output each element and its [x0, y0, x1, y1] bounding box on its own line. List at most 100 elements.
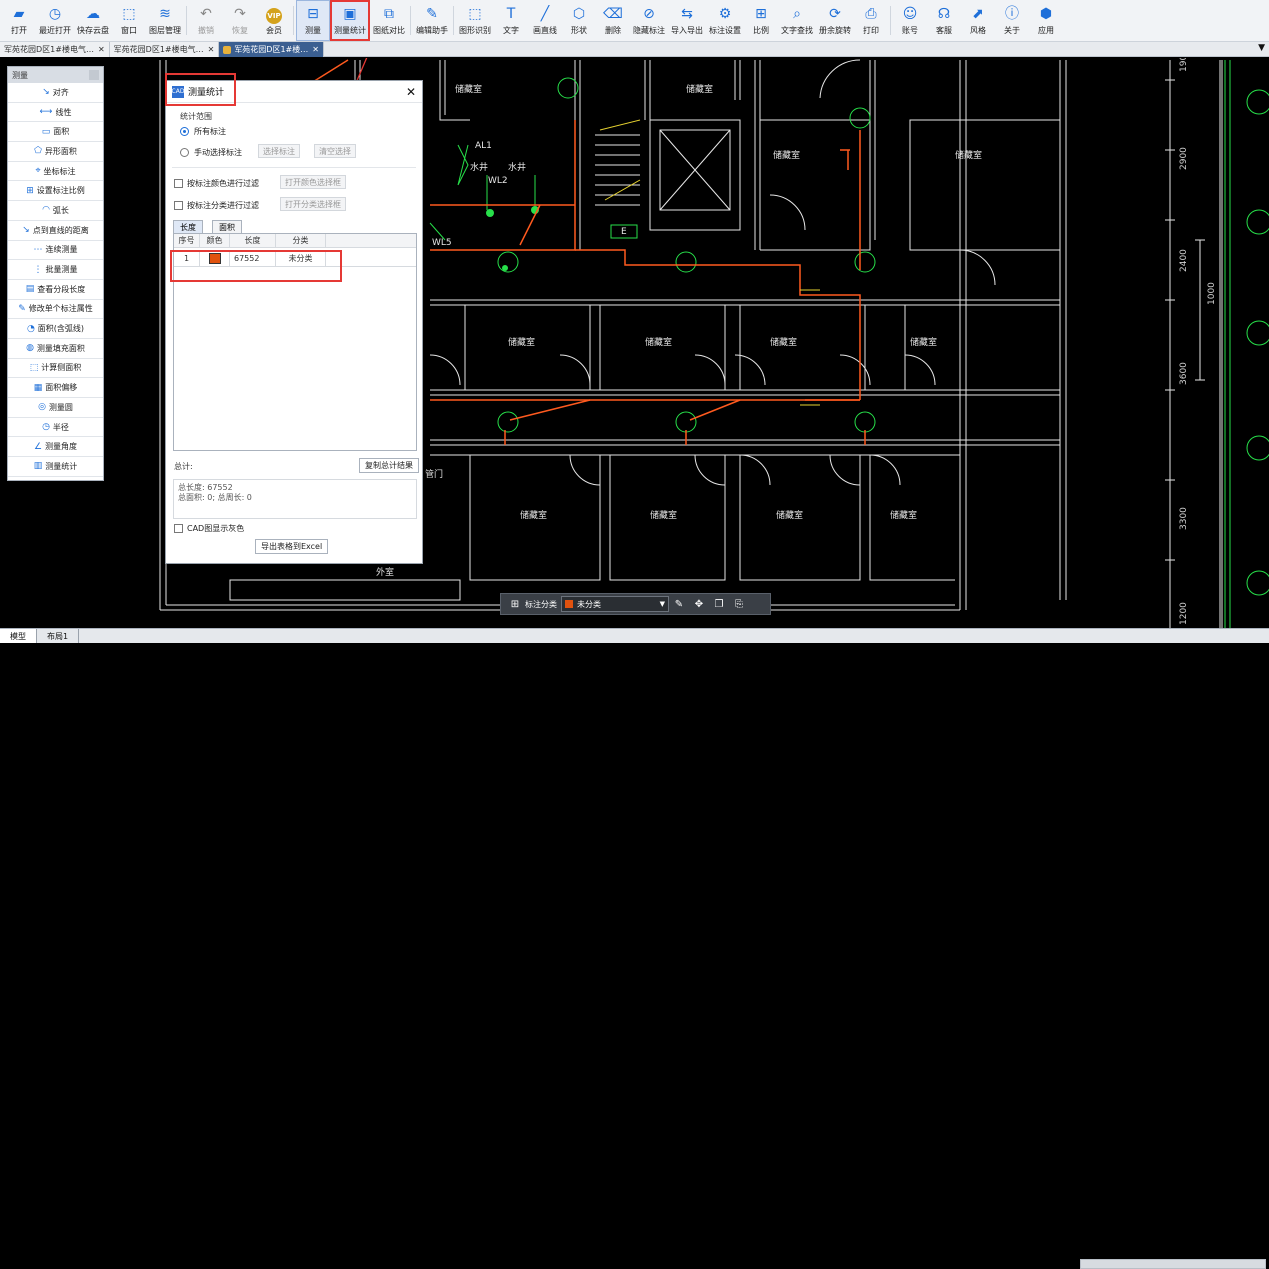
- export-excel-button[interactable]: 导出表格到Excel: [255, 539, 329, 554]
- select-annotation-button[interactable]: 选择标注: [258, 144, 300, 158]
- radio-all-annotations[interactable]: 所有标注: [180, 126, 226, 137]
- measure-tool-icon: ◍: [26, 343, 34, 354]
- toolbar-text-search-button[interactable]: ⌕ 文字查找: [778, 0, 816, 41]
- tab-layout1[interactable]: 布局1: [37, 629, 80, 643]
- toolbar-rotate-button[interactable]: ⟳ 册余旋转: [816, 0, 854, 41]
- measure-tool-item[interactable]: ◔ 面积(含弧线): [8, 319, 103, 339]
- tab-document-1[interactable]: 军苑花园D区1#楼电气… ✕: [0, 42, 110, 57]
- open-color-picker-button[interactable]: 打开颜色选择框: [280, 175, 346, 189]
- toolbar-line-button[interactable]: ╱ 画直线: [528, 0, 562, 41]
- scope-label: 统计范围: [180, 112, 212, 121]
- toolbar-redo-button[interactable]: ↷ 恢复: [223, 0, 257, 41]
- toolbar-shape-button[interactable]: ⬡ 形状: [562, 0, 596, 41]
- measure-tool-item[interactable]: ◍ 测量填充面积: [8, 339, 103, 359]
- toolbar-label: 快存云盘: [77, 25, 109, 35]
- measure-tool-item[interactable]: ◎ 测量圆: [8, 398, 103, 418]
- filter-by-category-checkbox[interactable]: 按标注分类进行过滤: [174, 200, 259, 211]
- stats-table: 序号 颜色 长度 分类 1 67552 未分类: [173, 233, 417, 451]
- measure-tool-item[interactable]: ▭ 面积: [8, 122, 103, 143]
- open-category-picker-button[interactable]: 打开分类选择框: [280, 197, 346, 211]
- grid-icon[interactable]: ⊞: [505, 599, 525, 610]
- table-row[interactable]: 1 67552 未分类: [174, 250, 416, 267]
- cad-label: WL2: [488, 176, 508, 186]
- toolbar-shape-recognize-button[interactable]: ⬚ 图形识别: [456, 0, 494, 41]
- toolbar-label: 打印: [863, 25, 879, 35]
- measure-tool-item[interactable]: ⊞ 设置标注比例: [8, 181, 103, 202]
- measure-tool-item[interactable]: ⬠ 异形面积: [8, 142, 103, 162]
- measure-tool-item[interactable]: ◷ 半径: [8, 418, 103, 438]
- edit-icon[interactable]: ✎: [669, 599, 689, 610]
- measure-tool-item[interactable]: ⬚ 计算侧面积: [8, 359, 103, 379]
- cad-dimension: 1000: [1207, 282, 1217, 305]
- toolbar-clock-button[interactable]: ◷ 最近打开: [36, 0, 74, 41]
- toolbar-app-button[interactable]: ⬢ 应用: [1029, 0, 1063, 41]
- toolbar-style-button[interactable]: ⬈ 风格: [961, 0, 995, 41]
- toolbar-print-button[interactable]: ⎙ 打印: [854, 0, 888, 41]
- measure-tool-item[interactable]: ✎ 修改单个标注属性: [8, 300, 103, 320]
- toolbar-undo-button[interactable]: ↶ 撤销: [189, 0, 223, 41]
- toolbar-annotation-settings-button[interactable]: ⚙ 标注设置: [706, 0, 744, 41]
- measure-tool-item[interactable]: ⋯ 连续测量: [8, 241, 103, 261]
- toolbar-label: 编辑助手: [416, 25, 448, 35]
- main-toolbar: ▰ 打开 ◷ 最近打开 ☁ 快存云盘 ⬚ 窗口 ≋ 图层管理 ↶ 撤销 ↷ 恢复 VIP 会员 ⊟ 测量 ▣ 测量统计…: [0, 0, 1269, 42]
- toolbar-scale-button[interactable]: ⊞ 比例: [744, 0, 778, 41]
- toolbar-layers-button[interactable]: ≋ 图层管理: [146, 0, 184, 41]
- measure-tool-item[interactable]: ⌖ 坐标标注: [8, 162, 103, 182]
- move-icon[interactable]: ✥: [689, 599, 709, 610]
- toolbar-measure-button[interactable]: ⊟ 测量: [296, 0, 330, 41]
- tab-document-2[interactable]: 军苑花园D区1#楼电气… ✕: [109, 42, 220, 57]
- horizontal-scrollbar[interactable]: [1080, 1259, 1266, 1269]
- measure-tool-item[interactable]: ▦ 面积偏移: [8, 378, 103, 398]
- toolbar-edit-assistant-button[interactable]: ✎ 编辑助手: [413, 0, 451, 41]
- radio-manual-select[interactable]: 手动选择标注: [180, 147, 242, 158]
- cad-room-label: 储藏室: [910, 336, 937, 348]
- toolbar-import-export-button[interactable]: ⇆ 导入导出: [668, 0, 706, 41]
- toolbar-compare-button[interactable]: ⧉ 图纸对比: [370, 0, 408, 41]
- cad-dimension: 2400: [1179, 249, 1189, 272]
- panel-close-icon[interactable]: [89, 70, 99, 80]
- toolbar-label: 最近打开: [39, 25, 71, 35]
- measure-tool-item[interactable]: ⟷ 线性: [8, 103, 103, 123]
- clear-selection-button[interactable]: 清空选择: [314, 144, 356, 158]
- cad-label: 外室: [376, 566, 394, 578]
- user-icon: ☺: [902, 5, 918, 22]
- toolbar-hide-annotation-button[interactable]: ⊘ 隐藏标注: [630, 0, 668, 41]
- redo-icon: ↷: [234, 5, 246, 22]
- toolbar-eraser-button[interactable]: ⌫ 删除: [596, 0, 630, 41]
- chevron-down-icon: ▼: [659, 600, 665, 608]
- text-search-icon: ⌕: [793, 5, 801, 22]
- close-icon[interactable]: ✕: [208, 45, 215, 54]
- toolbar-measure-stats-button[interactable]: ▣ 测量统计: [330, 0, 370, 41]
- tab-area[interactable]: 面积: [212, 220, 242, 233]
- measure-tool-item[interactable]: ◠ 弧长: [8, 201, 103, 221]
- category-select[interactable]: 未分类 ▼: [561, 596, 669, 612]
- filter-by-color-checkbox[interactable]: 按标注颜色进行过滤: [174, 178, 259, 189]
- toolbar-folder-open-button[interactable]: ▰ 打开: [2, 0, 36, 41]
- measure-tool-item[interactable]: ↘ 对齐: [8, 83, 103, 103]
- measure-tool-item[interactable]: ↘ 点到直线的距离: [8, 221, 103, 241]
- toolbar-user-button[interactable]: ☺ 账号: [893, 0, 927, 41]
- tab-model[interactable]: 模型: [0, 629, 37, 643]
- copy-icon[interactable]: ❐: [709, 599, 729, 610]
- toolbar-text-button[interactable]: T 文字: [494, 0, 528, 41]
- measure-tool-item[interactable]: ⋮ 批量测量: [8, 260, 103, 280]
- total-label: 总计:: [174, 462, 193, 471]
- close-icon[interactable]: ✕: [98, 45, 105, 54]
- tab-length[interactable]: 长度: [173, 220, 203, 233]
- measure-tool-item[interactable]: ∠ 测量角度: [8, 437, 103, 458]
- tab-document-3[interactable]: 军苑花园D区1#楼… ✕: [219, 42, 324, 57]
- toolbar-headset-button[interactable]: ☊ 客服: [927, 0, 961, 41]
- toolbar-window-button[interactable]: ⬚ 窗口: [112, 0, 146, 41]
- tabs-dropdown-icon[interactable]: ▼: [1258, 43, 1265, 53]
- toolbar-cloud-button[interactable]: ☁ 快存云盘: [74, 0, 112, 41]
- toolbar-info-button[interactable]: ⓘ 关于: [995, 0, 1029, 41]
- paste-icon[interactable]: ⎘: [729, 599, 749, 610]
- cad-gray-checkbox[interactable]: CAD图显示灰色: [174, 523, 244, 534]
- copy-total-button[interactable]: 复制总计结果: [359, 458, 419, 473]
- measure-tool-item[interactable]: ▥ 测量统计: [8, 457, 103, 477]
- close-icon[interactable]: ✕: [312, 45, 319, 54]
- measure-tool-item[interactable]: ▤ 查看分段长度: [8, 280, 103, 300]
- toolbar-vip-button[interactable]: VIP 会员: [257, 0, 291, 41]
- dialog-close-icon[interactable]: ✕: [406, 85, 416, 99]
- measure-tool-icon: ⬚: [29, 362, 39, 373]
